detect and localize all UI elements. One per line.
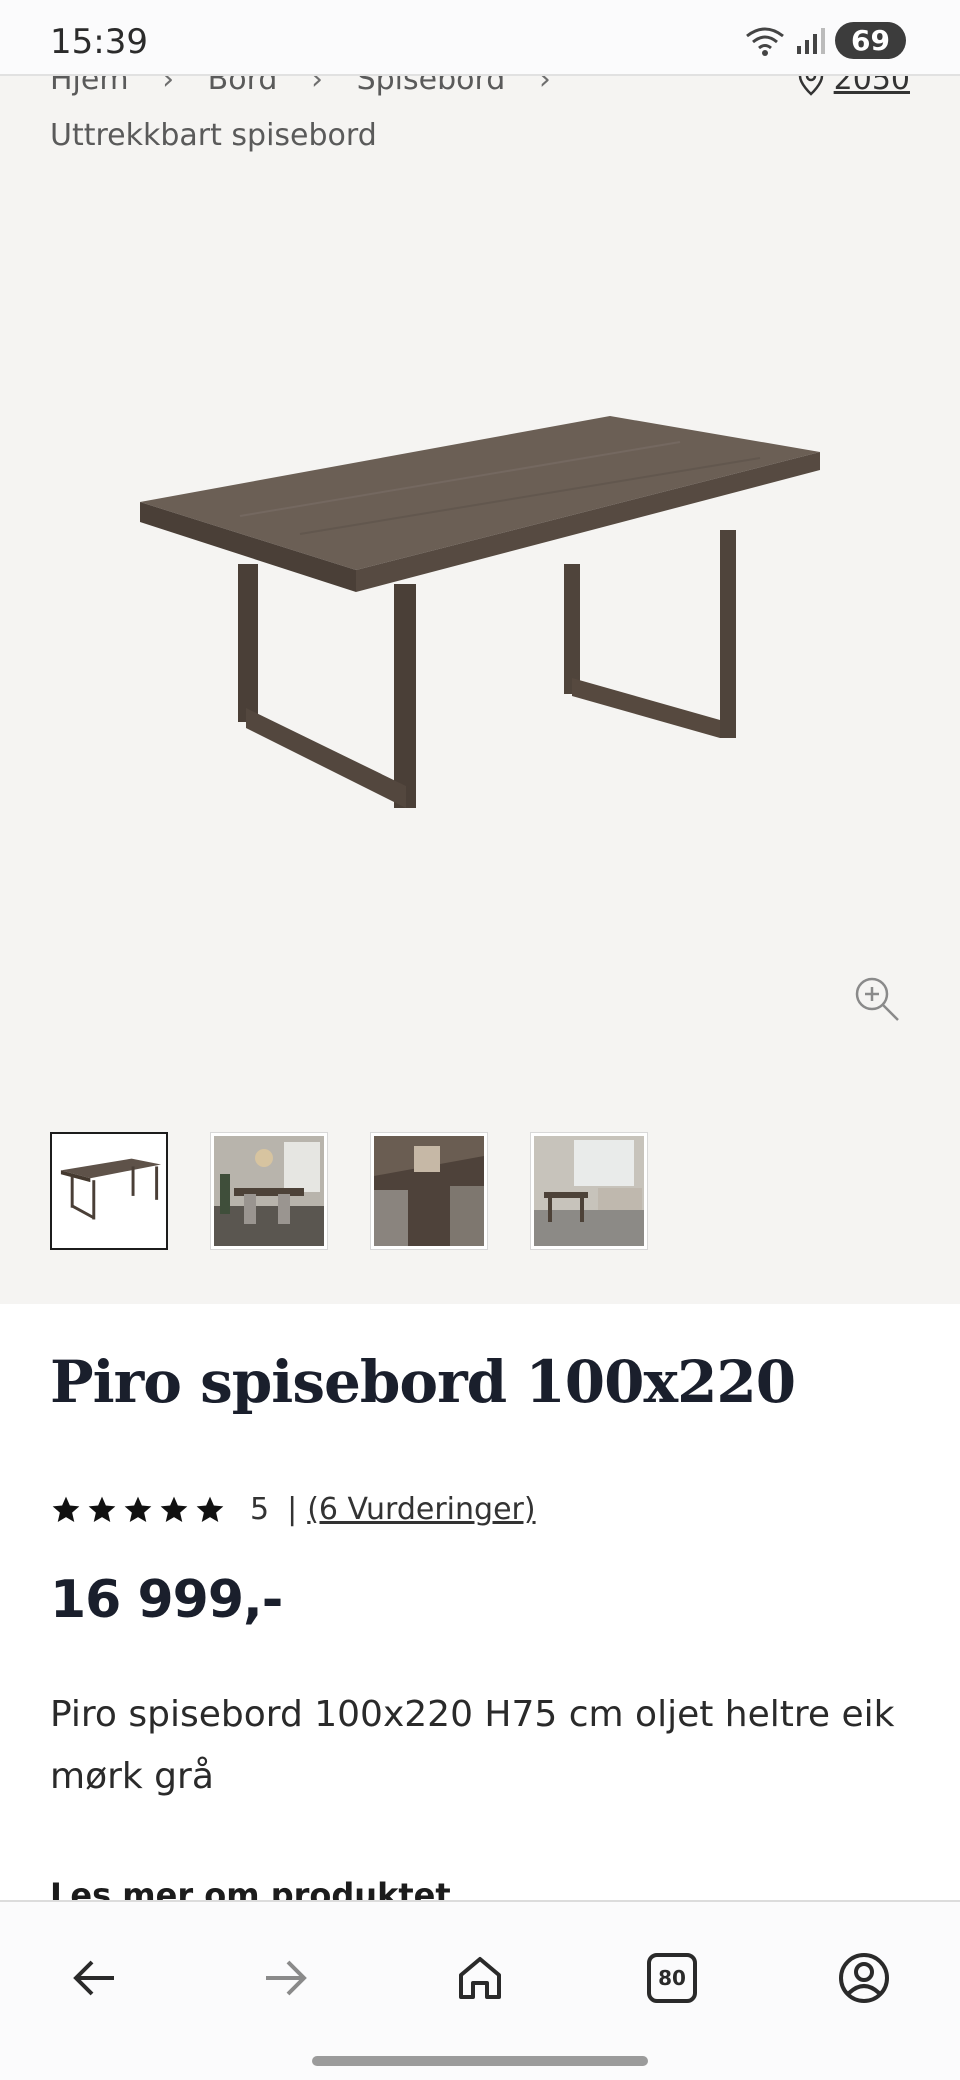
home-icon bbox=[459, 1957, 501, 1999]
battery-indicator: 69 bbox=[835, 22, 906, 59]
product-description: Piro spisebord 100x220 H75 cm oljet helt… bbox=[50, 1694, 895, 1797]
tabs-count: 80 bbox=[647, 1953, 697, 2003]
account-button[interactable] bbox=[832, 1946, 896, 2010]
star-icon bbox=[88, 1496, 116, 1522]
arrow-right-icon bbox=[266, 1960, 307, 1996]
zoom-icon[interactable] bbox=[852, 974, 902, 1024]
product-title: Piro spisebord 100x220 bbox=[50, 1348, 796, 1416]
thumbnail-strip bbox=[50, 1132, 648, 1250]
browser-bottom-nav: 80 bbox=[0, 1900, 960, 2080]
thumbnail-image bbox=[55, 1137, 163, 1245]
star-icon bbox=[52, 1496, 80, 1522]
arrow-left-icon bbox=[73, 1960, 114, 1996]
breadcrumb-separator: › bbox=[311, 76, 324, 97]
home-button[interactable] bbox=[448, 1946, 512, 2010]
breadcrumb-bord[interactable]: Bord bbox=[208, 76, 278, 97]
breadcrumb-spisebord[interactable]: Spisebord bbox=[357, 76, 506, 97]
wifi-icon bbox=[746, 27, 784, 56]
reviews-link[interactable]: (6 Vurderinger) bbox=[307, 1492, 535, 1527]
breadcrumb-separator: › bbox=[162, 76, 175, 97]
store-location[interactable]: 2050 bbox=[798, 76, 910, 97]
breadcrumb: Hjem › Bord › Spisebord › bbox=[50, 76, 575, 97]
forward-button[interactable] bbox=[254, 1946, 318, 2010]
account-icon bbox=[839, 1953, 889, 2003]
product-rating: 5 | (6 Vurderinger) bbox=[50, 1492, 536, 1527]
location-pin-icon bbox=[798, 76, 823, 96]
back-button[interactable] bbox=[62, 1946, 126, 2010]
tabs-button[interactable]: 80 bbox=[640, 1946, 704, 2010]
status-bar: 15:39 69 bbox=[0, 0, 960, 76]
thumbnail-4[interactable] bbox=[530, 1132, 648, 1250]
breadcrumb-current[interactable]: Uttrekkbart spisebord bbox=[50, 118, 377, 153]
thumbnail-2[interactable] bbox=[210, 1132, 328, 1250]
signal-icon bbox=[797, 27, 826, 54]
home-indicator[interactable] bbox=[312, 2056, 648, 2066]
product-image[interactable] bbox=[120, 416, 840, 936]
rating-stars bbox=[50, 1494, 226, 1526]
rating-divider: | bbox=[287, 1492, 298, 1527]
status-icons: 69 bbox=[745, 22, 906, 59]
status-time: 15:39 bbox=[50, 22, 148, 62]
star-icon bbox=[124, 1496, 152, 1522]
thumbnail-image bbox=[534, 1136, 644, 1246]
rating-value: 5 bbox=[250, 1492, 270, 1527]
star-icon bbox=[196, 1496, 224, 1522]
thumbnail-1[interactable] bbox=[50, 1132, 168, 1250]
star-icon bbox=[160, 1496, 188, 1522]
thumbnail-3[interactable] bbox=[370, 1132, 488, 1250]
thumbnail-image bbox=[374, 1136, 484, 1246]
breadcrumb-separator: › bbox=[538, 76, 551, 97]
thumbnail-image bbox=[214, 1136, 324, 1246]
product-gallery: Hjem › Bord › Spisebord › Uttrekkbart sp… bbox=[0, 76, 960, 1304]
product-price: 16 999,- bbox=[50, 1570, 283, 1630]
breadcrumb-home[interactable]: Hjem bbox=[50, 76, 129, 97]
location-code[interactable]: 2050 bbox=[834, 76, 910, 97]
